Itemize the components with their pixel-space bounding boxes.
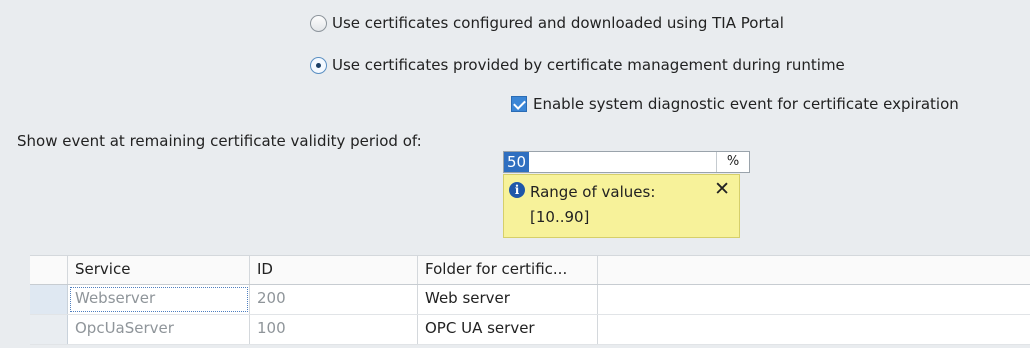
radio-option-tia-portal[interactable]: Use certificates configured and download… xyxy=(310,14,784,32)
row-selector[interactable] xyxy=(30,315,68,344)
info-icon: i xyxy=(509,182,525,198)
cell-folder[interactable]: OPC UA server xyxy=(418,315,598,344)
checkbox-label: Enable system diagnostic event for certi… xyxy=(533,95,959,113)
row-header-corner xyxy=(30,256,68,284)
checkbox-enable-expiration-event[interactable]: Enable system diagnostic event for certi… xyxy=(511,95,959,113)
cell-empty xyxy=(598,285,1030,314)
close-icon[interactable]: ✕ xyxy=(714,178,730,200)
column-header-service[interactable]: Service xyxy=(68,256,250,284)
table-header: Service ID Folder for certific... xyxy=(30,255,1030,285)
cell-id[interactable]: 100 xyxy=(250,315,418,344)
validity-value[interactable]: 50 xyxy=(504,152,530,172)
validity-period-label: Show event at remaining certificate vali… xyxy=(17,132,422,150)
cell-folder[interactable]: Web server xyxy=(418,285,598,314)
validity-unit: % xyxy=(716,152,749,172)
radio-label: Use certificates provided by certificate… xyxy=(332,56,845,74)
checkbox-checked-icon[interactable] xyxy=(511,96,527,112)
column-header-id[interactable]: ID xyxy=(250,256,418,284)
range-tooltip: i Range of values: [10..90] ✕ xyxy=(503,174,740,238)
radio-button-selected-icon[interactable] xyxy=(310,56,327,74)
cell-id[interactable]: 200 xyxy=(250,285,418,314)
row-selector[interactable] xyxy=(30,285,68,314)
cell-empty xyxy=(598,315,1030,344)
validity-percent-input[interactable]: 50 % xyxy=(503,151,750,173)
radio-label: Use certificates configured and download… xyxy=(332,14,784,32)
table-row[interactable]: OpcUaServer 100 OPC UA server xyxy=(30,315,1030,345)
certificate-services-table: Service ID Folder for certific... Webser… xyxy=(30,255,1030,345)
tooltip-text: Range of values: [10..90] xyxy=(530,183,656,226)
cell-service[interactable]: Webserver xyxy=(68,285,250,314)
cell-service[interactable]: OpcUaServer xyxy=(68,315,250,344)
radio-option-runtime[interactable]: Use certificates provided by certificate… xyxy=(310,56,845,74)
column-header-empty xyxy=(598,256,1030,284)
radio-button-unselected-icon[interactable] xyxy=(310,14,327,32)
validity-period-label-text: Show event at remaining certificate vali… xyxy=(17,132,422,150)
column-header-folder[interactable]: Folder for certific... xyxy=(418,256,598,284)
table-row[interactable]: Webserver 200 Web server xyxy=(30,285,1030,315)
